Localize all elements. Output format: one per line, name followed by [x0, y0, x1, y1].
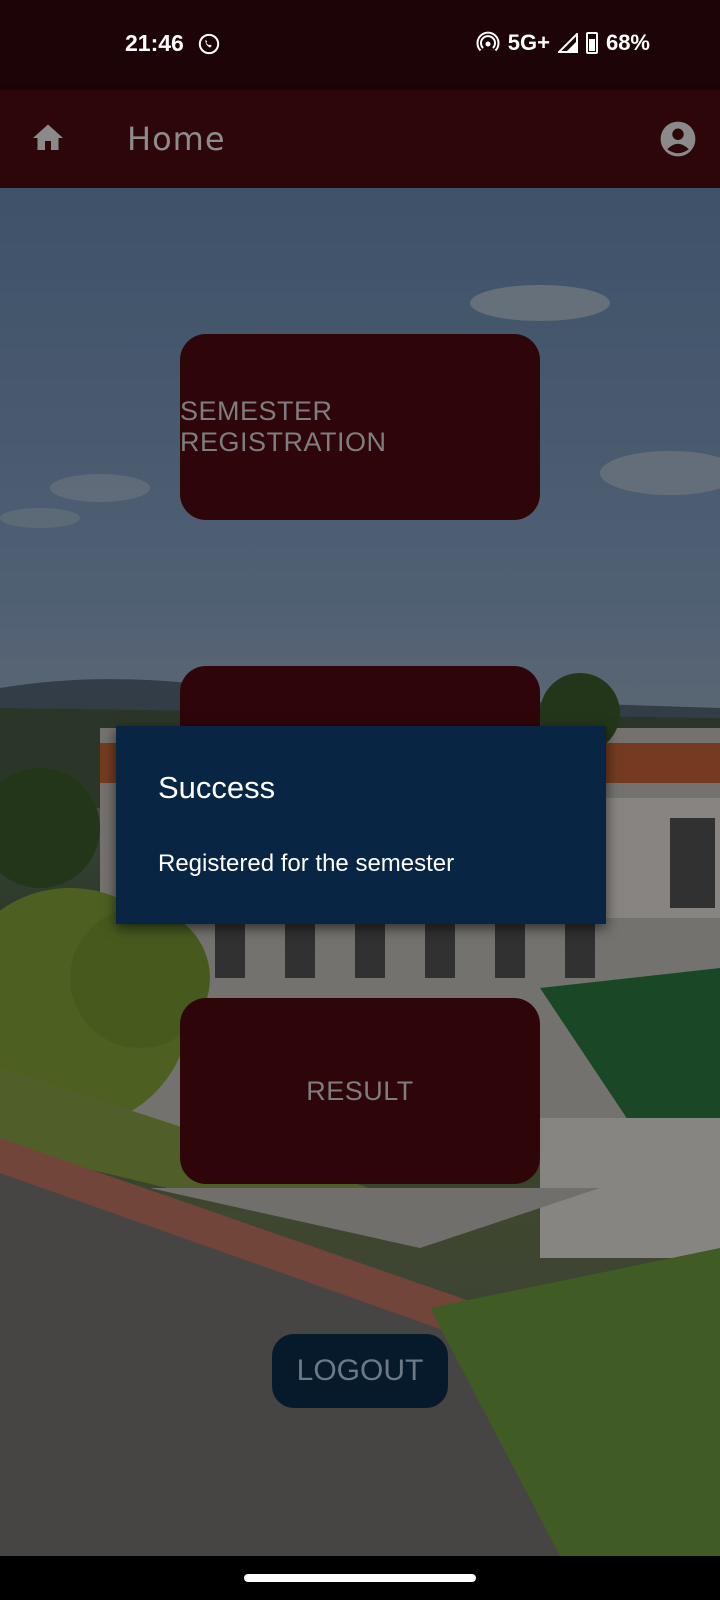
app-bar: Home — [0, 90, 720, 188]
signal-icon — [557, 33, 578, 53]
whatsapp-icon — [198, 33, 220, 55]
logout-label: LOGOUT — [296, 1354, 424, 1387]
account-circle-icon[interactable] — [659, 120, 697, 158]
gesture-handle[interactable] — [244, 1574, 476, 1582]
hotspot-icon — [476, 31, 500, 52]
status-time: 21:46 — [125, 30, 184, 56]
result-button[interactable]: RESULT — [180, 998, 540, 1184]
dialog-message: Registered for the semester — [158, 850, 455, 877]
battery-label: 68% — [605, 30, 650, 55]
dialog-title: Success — [158, 770, 276, 805]
semester-registration-button[interactable]: SEMESTER REGISTRATION — [180, 334, 540, 520]
status-right: 5G+ 68% — [476, 30, 650, 56]
logout-button[interactable]: LOGOUT — [272, 1334, 448, 1408]
result-label: RESULT — [306, 1075, 414, 1106]
home-icon[interactable] — [30, 120, 66, 156]
page-title: Home — [127, 120, 226, 158]
success-dialog: Success Registered for the semester — [116, 726, 606, 924]
network-label: 5G+ — [507, 30, 550, 55]
battery-icon — [585, 32, 598, 54]
semester-registration-label: SEMESTER REGISTRATION — [180, 396, 387, 457]
status-bar: 21:46 5G+ 68% — [0, 0, 720, 90]
navigation-bar — [0, 1556, 720, 1600]
